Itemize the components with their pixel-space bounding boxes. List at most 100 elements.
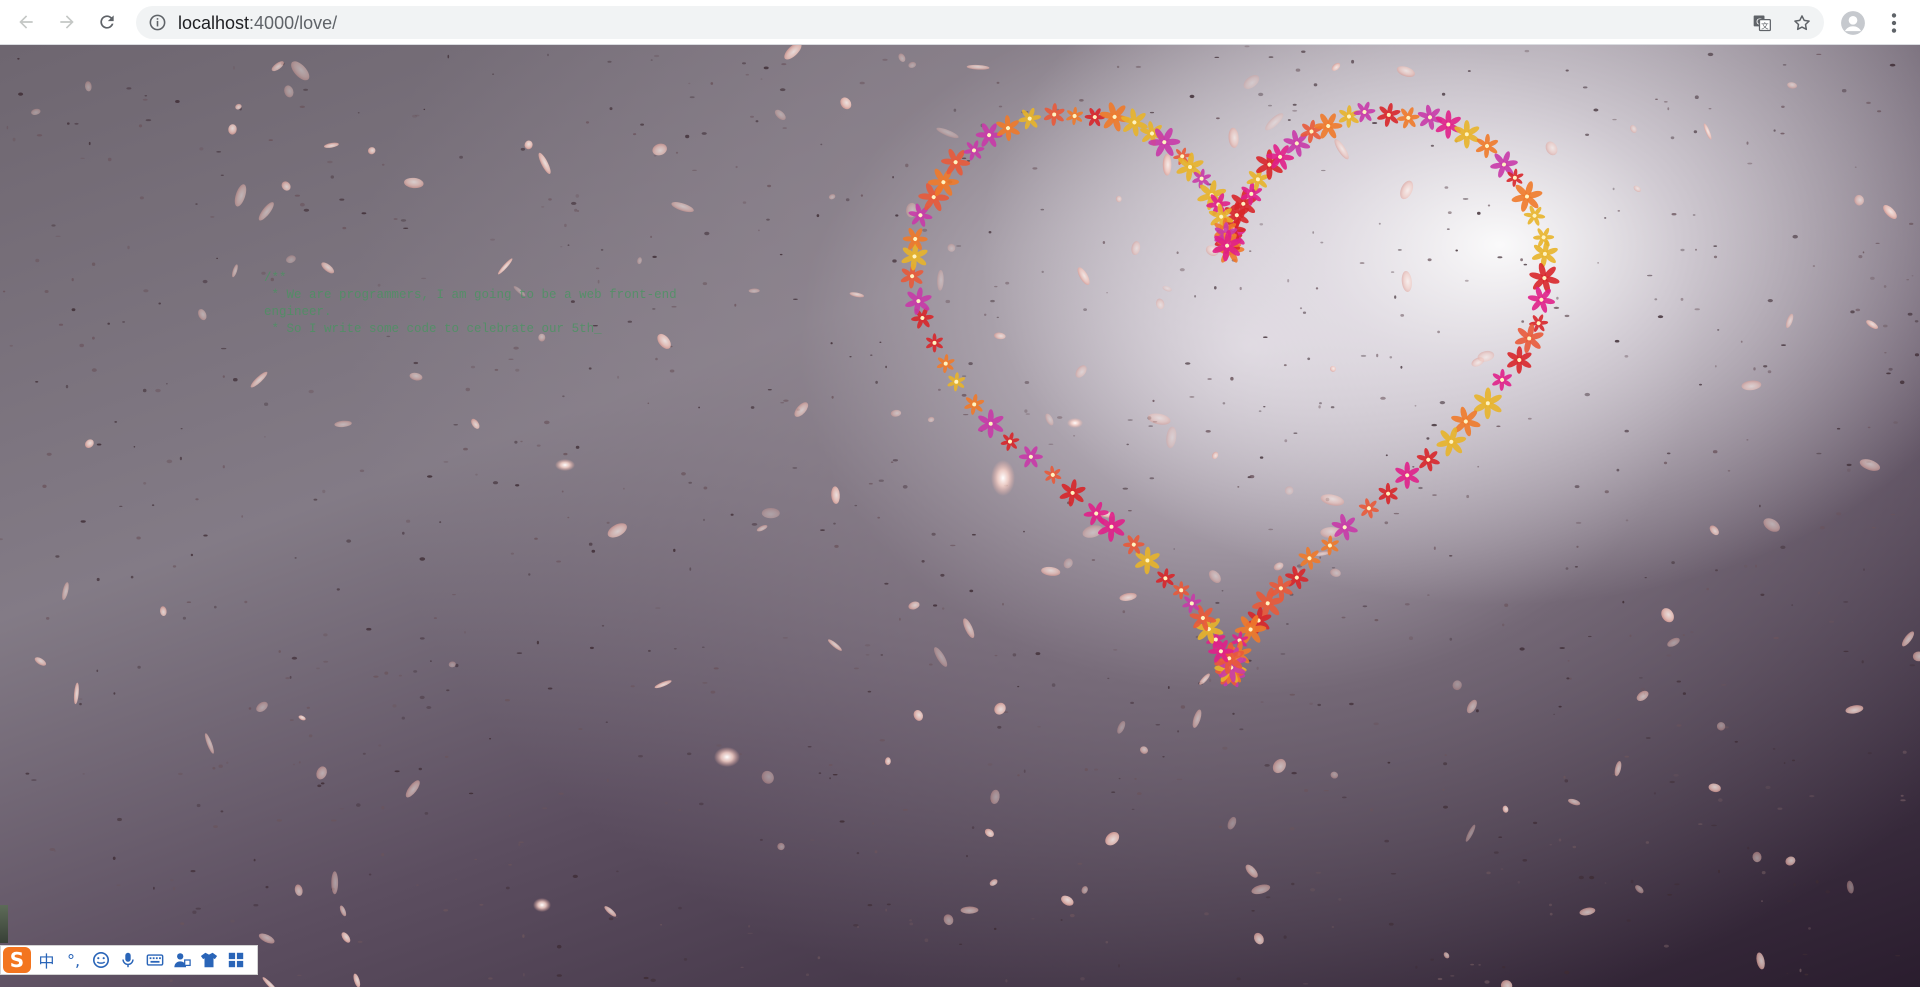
- emoji-icon[interactable]: [89, 948, 112, 972]
- forward-button[interactable]: [51, 6, 83, 38]
- input-mode-toggle[interactable]: 中: [35, 948, 58, 972]
- petal: [1635, 885, 1644, 894]
- speck: [1017, 685, 1020, 688]
- speck: [878, 479, 884, 482]
- petal: [1716, 722, 1726, 731]
- speck: [1850, 310, 1855, 314]
- reload-button[interactable]: [91, 6, 123, 38]
- ime-toolbar[interactable]: S 中 °,: [0, 945, 258, 975]
- speck: [1663, 101, 1668, 103]
- speck: [381, 163, 385, 166]
- speck: [1504, 603, 1509, 607]
- speck: [1048, 443, 1054, 445]
- speck: [1351, 59, 1355, 64]
- speck: [820, 143, 823, 146]
- speck: [988, 231, 992, 234]
- speck: [692, 169, 697, 171]
- speck: [961, 157, 967, 160]
- speck: [1666, 654, 1672, 657]
- speck: [1319, 402, 1322, 405]
- speck: [818, 772, 822, 775]
- speck: [1291, 771, 1297, 775]
- speck: [1522, 859, 1528, 862]
- speck: [1102, 241, 1106, 244]
- speck: [1721, 684, 1727, 686]
- site-info-icon[interactable]: [148, 13, 167, 32]
- petal: [538, 152, 551, 175]
- speck: [1671, 213, 1677, 216]
- speck: [1293, 432, 1298, 434]
- profile-avatar-icon[interactable]: [1840, 10, 1866, 36]
- speck: [1292, 109, 1298, 112]
- speck: [1127, 419, 1133, 421]
- skin-shirt-icon[interactable]: [197, 948, 220, 972]
- user-tool-icon[interactable]: [170, 948, 193, 972]
- kebab-menu-icon[interactable]: [1881, 10, 1907, 36]
- petal: [1253, 932, 1264, 945]
- glowing-petal: [1067, 418, 1083, 428]
- speck: [1574, 485, 1580, 489]
- url-text[interactable]: localhost:4000/love/: [178, 13, 337, 33]
- speck: [892, 176, 894, 179]
- speck: [1786, 900, 1792, 902]
- speck: [702, 682, 708, 684]
- star-icon[interactable]: [1792, 13, 1812, 33]
- speck: [1855, 308, 1861, 312]
- petal: [1633, 185, 1641, 192]
- petal: [1845, 705, 1864, 714]
- speck: [1221, 590, 1224, 592]
- speck: [1023, 530, 1025, 533]
- heart-flower: [1531, 240, 1558, 268]
- speck: [1017, 774, 1020, 777]
- speck: [899, 617, 901, 621]
- speck: [1387, 761, 1391, 764]
- speck: [828, 764, 833, 766]
- speck: [669, 369, 675, 373]
- petal: [1630, 125, 1637, 133]
- speck: [1239, 728, 1244, 731]
- speck: [1870, 276, 1875, 280]
- speck: [1189, 94, 1195, 99]
- sogou-logo-icon[interactable]: S: [3, 947, 31, 973]
- speck: [1360, 354, 1367, 357]
- petal: [908, 601, 920, 610]
- petal: [1156, 298, 1165, 310]
- speck: [1836, 512, 1842, 516]
- translate-icon[interactable]: G 文: [1752, 13, 1772, 33]
- speck: [655, 357, 658, 361]
- speck: [1909, 664, 1916, 667]
- speck: [1319, 556, 1322, 559]
- microphone-icon[interactable]: [116, 948, 139, 972]
- speck: [556, 944, 562, 949]
- petal: [1166, 426, 1177, 449]
- speck: [885, 908, 888, 912]
- address-bar[interactable]: localhost:4000/love/ G 文: [136, 6, 1824, 39]
- petal: [756, 525, 768, 532]
- speck: [654, 54, 660, 58]
- speck: [373, 675, 379, 678]
- speck: [505, 886, 510, 890]
- keyboard-icon[interactable]: [143, 948, 166, 972]
- punctuation-toggle[interactable]: °,: [62, 948, 85, 972]
- petal: [291, 61, 310, 81]
- speck: [1283, 935, 1287, 939]
- speck: [1012, 653, 1017, 657]
- speck: [547, 687, 553, 690]
- petal: [1208, 570, 1221, 583]
- speck: [222, 465, 225, 469]
- grid-apps-icon[interactable]: [224, 948, 247, 972]
- petal: [1162, 285, 1172, 292]
- speck: [2, 290, 6, 293]
- speck: [1772, 747, 1776, 750]
- speck: [1549, 844, 1553, 846]
- speck: [394, 770, 400, 773]
- back-button[interactable]: [10, 6, 42, 38]
- speck: [562, 395, 565, 398]
- speck: [1883, 285, 1887, 288]
- petal: [1131, 241, 1141, 256]
- speck: [872, 822, 875, 825]
- speck: [513, 346, 519, 350]
- speck: [966, 854, 968, 858]
- speck: [879, 341, 882, 343]
- speck: [1759, 504, 1761, 508]
